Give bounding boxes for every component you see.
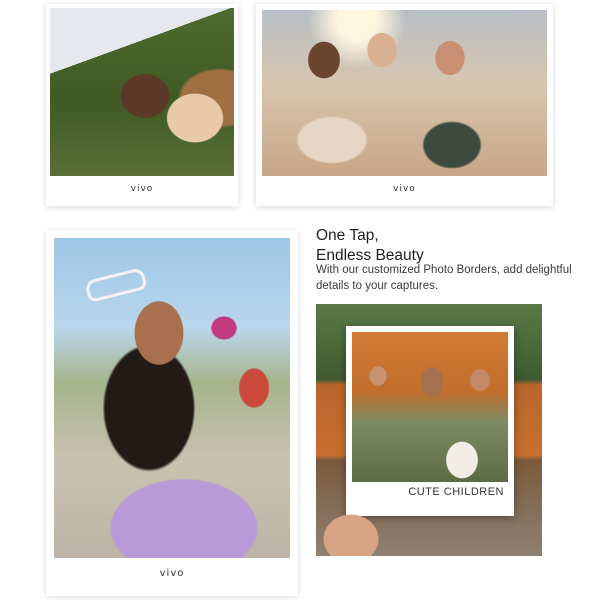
portrait-photo (54, 238, 290, 558)
friends-glitter-photo (262, 10, 547, 176)
van-group-photo (352, 332, 508, 482)
photo-card-portrait: vivo (46, 230, 298, 596)
sunglasses-graphic (84, 267, 148, 303)
couple-photo (50, 8, 234, 176)
hand-graphic (316, 484, 406, 556)
brand-label: vivo (130, 184, 154, 194)
photo-card-couple: vivo (46, 4, 238, 206)
headline: One Tap, Endless Beauty (316, 226, 576, 266)
description-text: With our customized Photo Borders, add d… (316, 264, 572, 292)
brand-label: vivo (159, 568, 185, 579)
headline-line-1: One Tap, (316, 227, 379, 244)
feature-image: CUTE CHILDREN (316, 304, 542, 556)
photo-card-friends: vivo (256, 4, 553, 206)
brand-label: vivo (393, 184, 416, 194)
